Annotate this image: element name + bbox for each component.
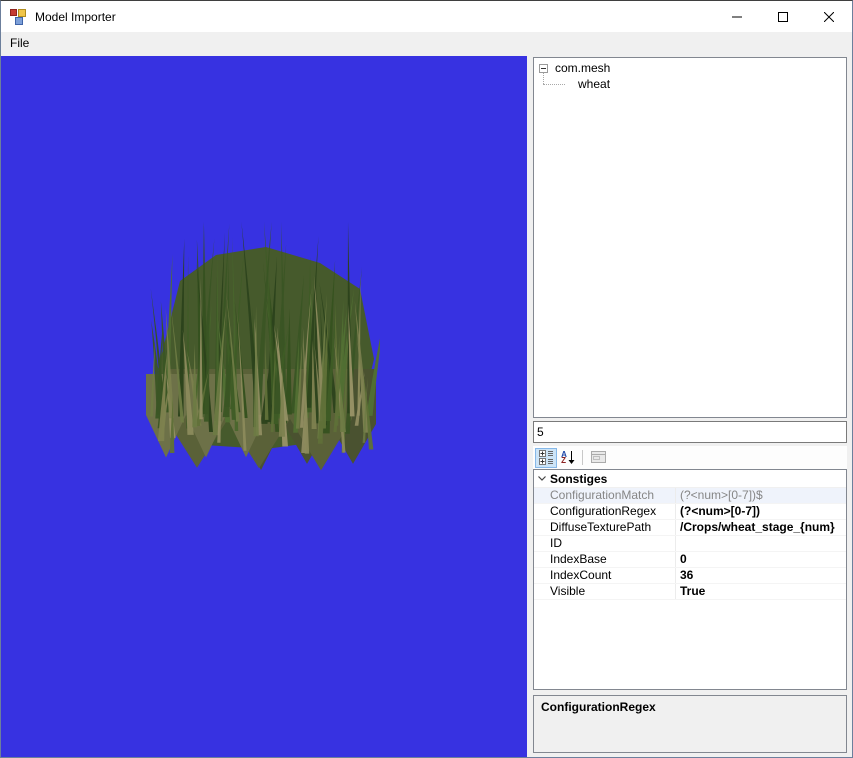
- category-label: Sonstiges: [550, 471, 608, 486]
- menubar: File: [1, 32, 852, 56]
- app-icon-yellow-square: [18, 8, 26, 17]
- property-name: ConfigurationMatch: [534, 488, 676, 503]
- minimize-icon: [732, 16, 742, 17]
- property-name: DiffuseTexturePath: [534, 520, 676, 535]
- tree-node-child[interactable]: wheat: [534, 73, 846, 92]
- property-row[interactable]: Visible True: [534, 584, 846, 600]
- model-index-box: [533, 421, 847, 443]
- close-icon: [824, 11, 834, 22]
- property-name: IndexBase: [534, 552, 676, 567]
- app-icon-red-square: [10, 8, 17, 16]
- app-icon-blue-square: [15, 16, 23, 25]
- tree-connector-vertical: [543, 73, 544, 84]
- model-index-input[interactable]: [534, 422, 846, 442]
- property-value[interactable]: 0: [676, 552, 846, 567]
- menu-file[interactable]: File: [1, 32, 38, 55]
- maximize-icon: [778, 11, 788, 22]
- property-value[interactable]: 36: [676, 568, 846, 583]
- property-name: IndexCount: [534, 568, 676, 583]
- property-row[interactable]: IndexBase 0: [534, 552, 846, 568]
- model-importer-window: Model Importer File com.mesh wheat 5 A Z…: [0, 0, 853, 758]
- wheat-model-render: [146, 222, 380, 471]
- window-controls: [714, 1, 852, 32]
- categorized-view-button[interactable]: [535, 447, 557, 468]
- right-panel: com.mesh wheat 5 A Z Sonstiges Configura…: [533, 56, 847, 757]
- app-icon: [10, 8, 26, 25]
- mesh-tree[interactable]: com.mesh wheat: [533, 57, 847, 418]
- property-row[interactable]: DiffuseTexturePath /Crops/wheat_stage_{n…: [534, 520, 846, 536]
- toolbar-separator: [582, 450, 583, 465]
- 3d-viewport[interactable]: [1, 56, 527, 757]
- property-row[interactable]: ID: [534, 536, 846, 552]
- property-pages-button[interactable]: [587, 448, 609, 468]
- titlebar: Model Importer: [1, 1, 852, 32]
- selected-property-name: ConfigurationRegex: [541, 700, 656, 714]
- property-name: Visible: [534, 584, 676, 599]
- minimize-button[interactable]: [714, 1, 760, 32]
- property-value[interactable]: [676, 536, 846, 551]
- tree-root-label[interactable]: com.mesh: [555, 61, 610, 75]
- property-rows: ConfigurationMatch (?<num>[0-7])$ Config…: [534, 488, 846, 600]
- categorized-icon: [538, 450, 553, 465]
- maximize-button[interactable]: [760, 1, 806, 32]
- property-row[interactable]: ConfigurationMatch (?<num>[0-7])$: [534, 488, 846, 504]
- property-name: ID: [534, 536, 676, 551]
- property-name: ConfigurationRegex: [534, 504, 676, 519]
- property-value[interactable]: (?<num>[0-7])$: [676, 488, 846, 503]
- property-value[interactable]: True: [676, 584, 846, 599]
- chevron-down-icon[interactable]: [534, 476, 549, 481]
- property-value[interactable]: /Crops/wheat_stage_{num}: [676, 520, 846, 535]
- tree-connector-horizontal: [543, 84, 565, 85]
- property-grid-toolbar: AZ: [533, 446, 847, 469]
- close-button[interactable]: [806, 1, 852, 32]
- property-value[interactable]: (?<num>[0-7]): [676, 504, 846, 519]
- category-row[interactable]: Sonstiges: [534, 470, 846, 488]
- tree-child-label[interactable]: wheat: [578, 77, 610, 91]
- window-title: Model Importer: [35, 9, 116, 24]
- property-grid[interactable]: Sonstiges ConfigurationMatch (?<num>[0-7…: [533, 469, 847, 690]
- property-row[interactable]: ConfigurationRegex (?<num>[0-7]): [534, 504, 846, 520]
- tree-node-root[interactable]: com.mesh: [534, 60, 846, 76]
- alphabetical-sort-icon: AZ: [561, 450, 575, 465]
- property-row[interactable]: IndexCount 36: [534, 568, 846, 584]
- property-pages-icon: [590, 451, 606, 463]
- alphabetical-sort-button[interactable]: AZ: [557, 448, 579, 468]
- property-description-panel: ConfigurationRegex: [533, 695, 847, 753]
- collapse-minus-icon[interactable]: [539, 64, 548, 73]
